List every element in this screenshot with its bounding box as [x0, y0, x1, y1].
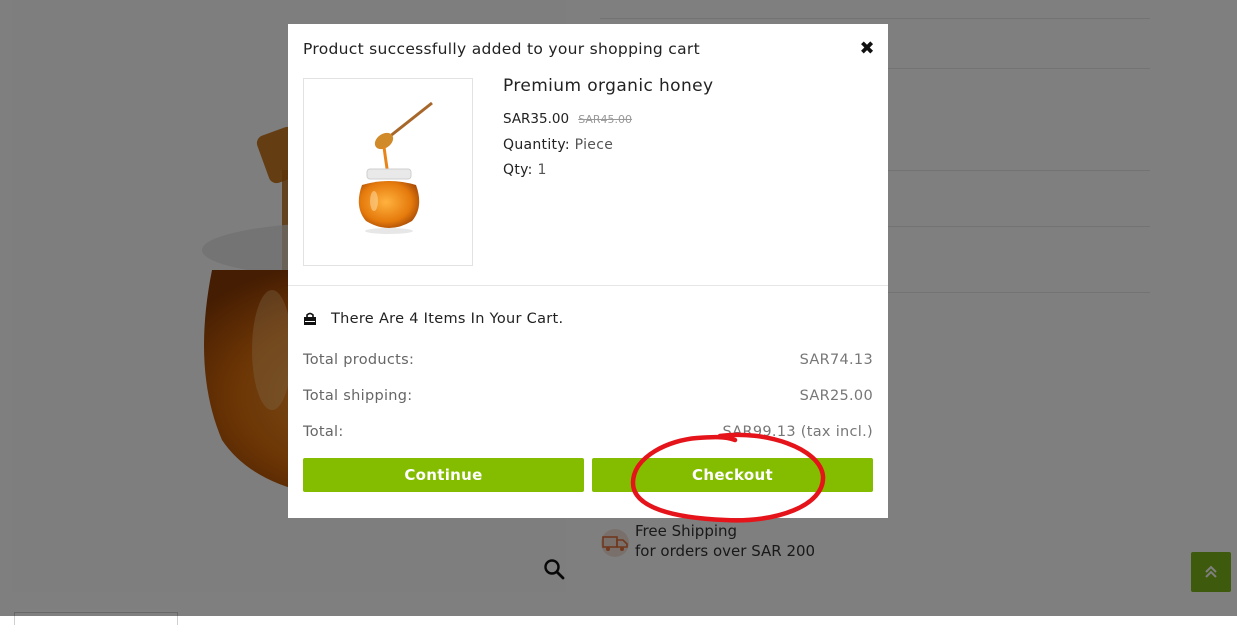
cart-count-text: There Are 4 Items In Your Cart. [331, 311, 564, 327]
total-shipping-label: Total shipping: [303, 388, 413, 404]
divider [288, 285, 888, 286]
quantity-label: Quantity: [503, 137, 570, 153]
qty-attribute: Qty: 1 [503, 162, 547, 178]
continue-button[interactable]: Continue [303, 458, 584, 492]
shopping-bag-icon [304, 312, 316, 325]
honey-jar-icon [358, 101, 433, 234]
total-label: Total: [303, 424, 344, 440]
modal-title: Product successfully added to your shopp… [303, 40, 700, 58]
product-image [303, 78, 473, 266]
qty-label: Qty: [503, 162, 533, 178]
product-old-price: SAR45.00 [578, 113, 633, 126]
quantity-value: Piece [574, 137, 614, 153]
total-shipping-value: SAR25.00 [799, 388, 873, 404]
quantity-attribute: Quantity: Piece [503, 137, 613, 153]
price-row: SAR35.00 SAR45.00 [503, 108, 632, 127]
total-products-label: Total products: [303, 352, 415, 368]
product-price: SAR35.00 [503, 111, 570, 127]
checkout-button[interactable]: Checkout [592, 458, 873, 492]
total-value: SAR99.13 (tax incl.) [722, 424, 873, 440]
close-icon[interactable]: ✖ [858, 40, 876, 58]
qty-value: 1 [537, 162, 547, 178]
cart-count: There Are 4 Items In Your Cart. [303, 311, 563, 327]
product-name: Premium organic honey [503, 76, 714, 96]
total-products-value: SAR74.13 [799, 352, 873, 368]
add-to-cart-modal: Product successfully added to your shopp… [288, 24, 888, 518]
